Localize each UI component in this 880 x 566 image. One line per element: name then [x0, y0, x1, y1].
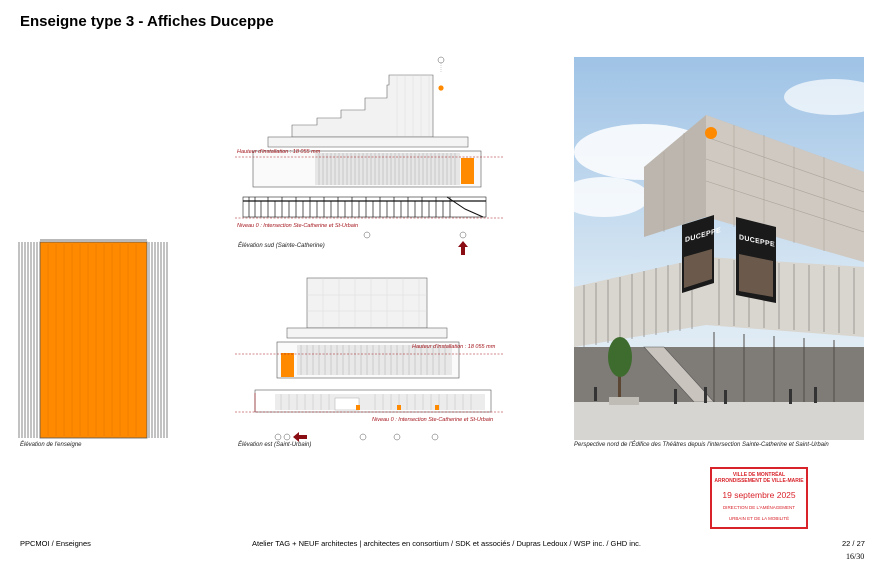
sign-elevation-drawing [18, 239, 168, 439]
east-elevation-drawing [235, 277, 503, 442]
page-number: 22 / 27 [842, 539, 865, 548]
footer-center: Atelier TAG + NEUF architectes | archite… [252, 539, 641, 548]
south-level-label: Niveau 0 : Intersection Ste-Catherine et… [237, 223, 359, 229]
approval-stamp: VILLE DE MONTRÉAL ARRONDISSEMENT DE VILL… [710, 467, 808, 529]
stamp-line-4: URBAIN ET DE LA MOBILITÉ [728, 515, 790, 521]
east-height-label: Hauteur d'installation : 18 055 mm [412, 344, 496, 350]
south-elevation-caption: Élévation sud (Sainte-Catherine) [238, 243, 325, 249]
footer-left: PPCMOI / Enseignes [20, 539, 91, 548]
page-stamp-number: 16/30 [846, 552, 865, 561]
stamp-line-3: DIRECTION DE L'AMÉNAGEMENT [722, 505, 796, 510]
south-height-label: Hauteur d'installation : 18 055 mm [237, 149, 321, 155]
stamp-date: 19 septembre 2025 [722, 490, 796, 500]
stamp-line-2: ARRONDISSEMENT DE VILLE-MARIE [714, 478, 804, 484]
east-elevation-caption: Élévation est (Saint-Urbain) [238, 442, 312, 448]
perspective-render [574, 57, 864, 440]
east-level-label: Niveau 0 : Intersection Ste-Catherine et… [372, 417, 494, 423]
perspective-caption: Perspective nord de l'Édifice des Théâtr… [574, 442, 829, 448]
sign-elevation-caption: Élévation de l'enseigne [20, 442, 82, 448]
page-title: Enseigne type 3 - Affiches Duceppe [20, 13, 274, 30]
